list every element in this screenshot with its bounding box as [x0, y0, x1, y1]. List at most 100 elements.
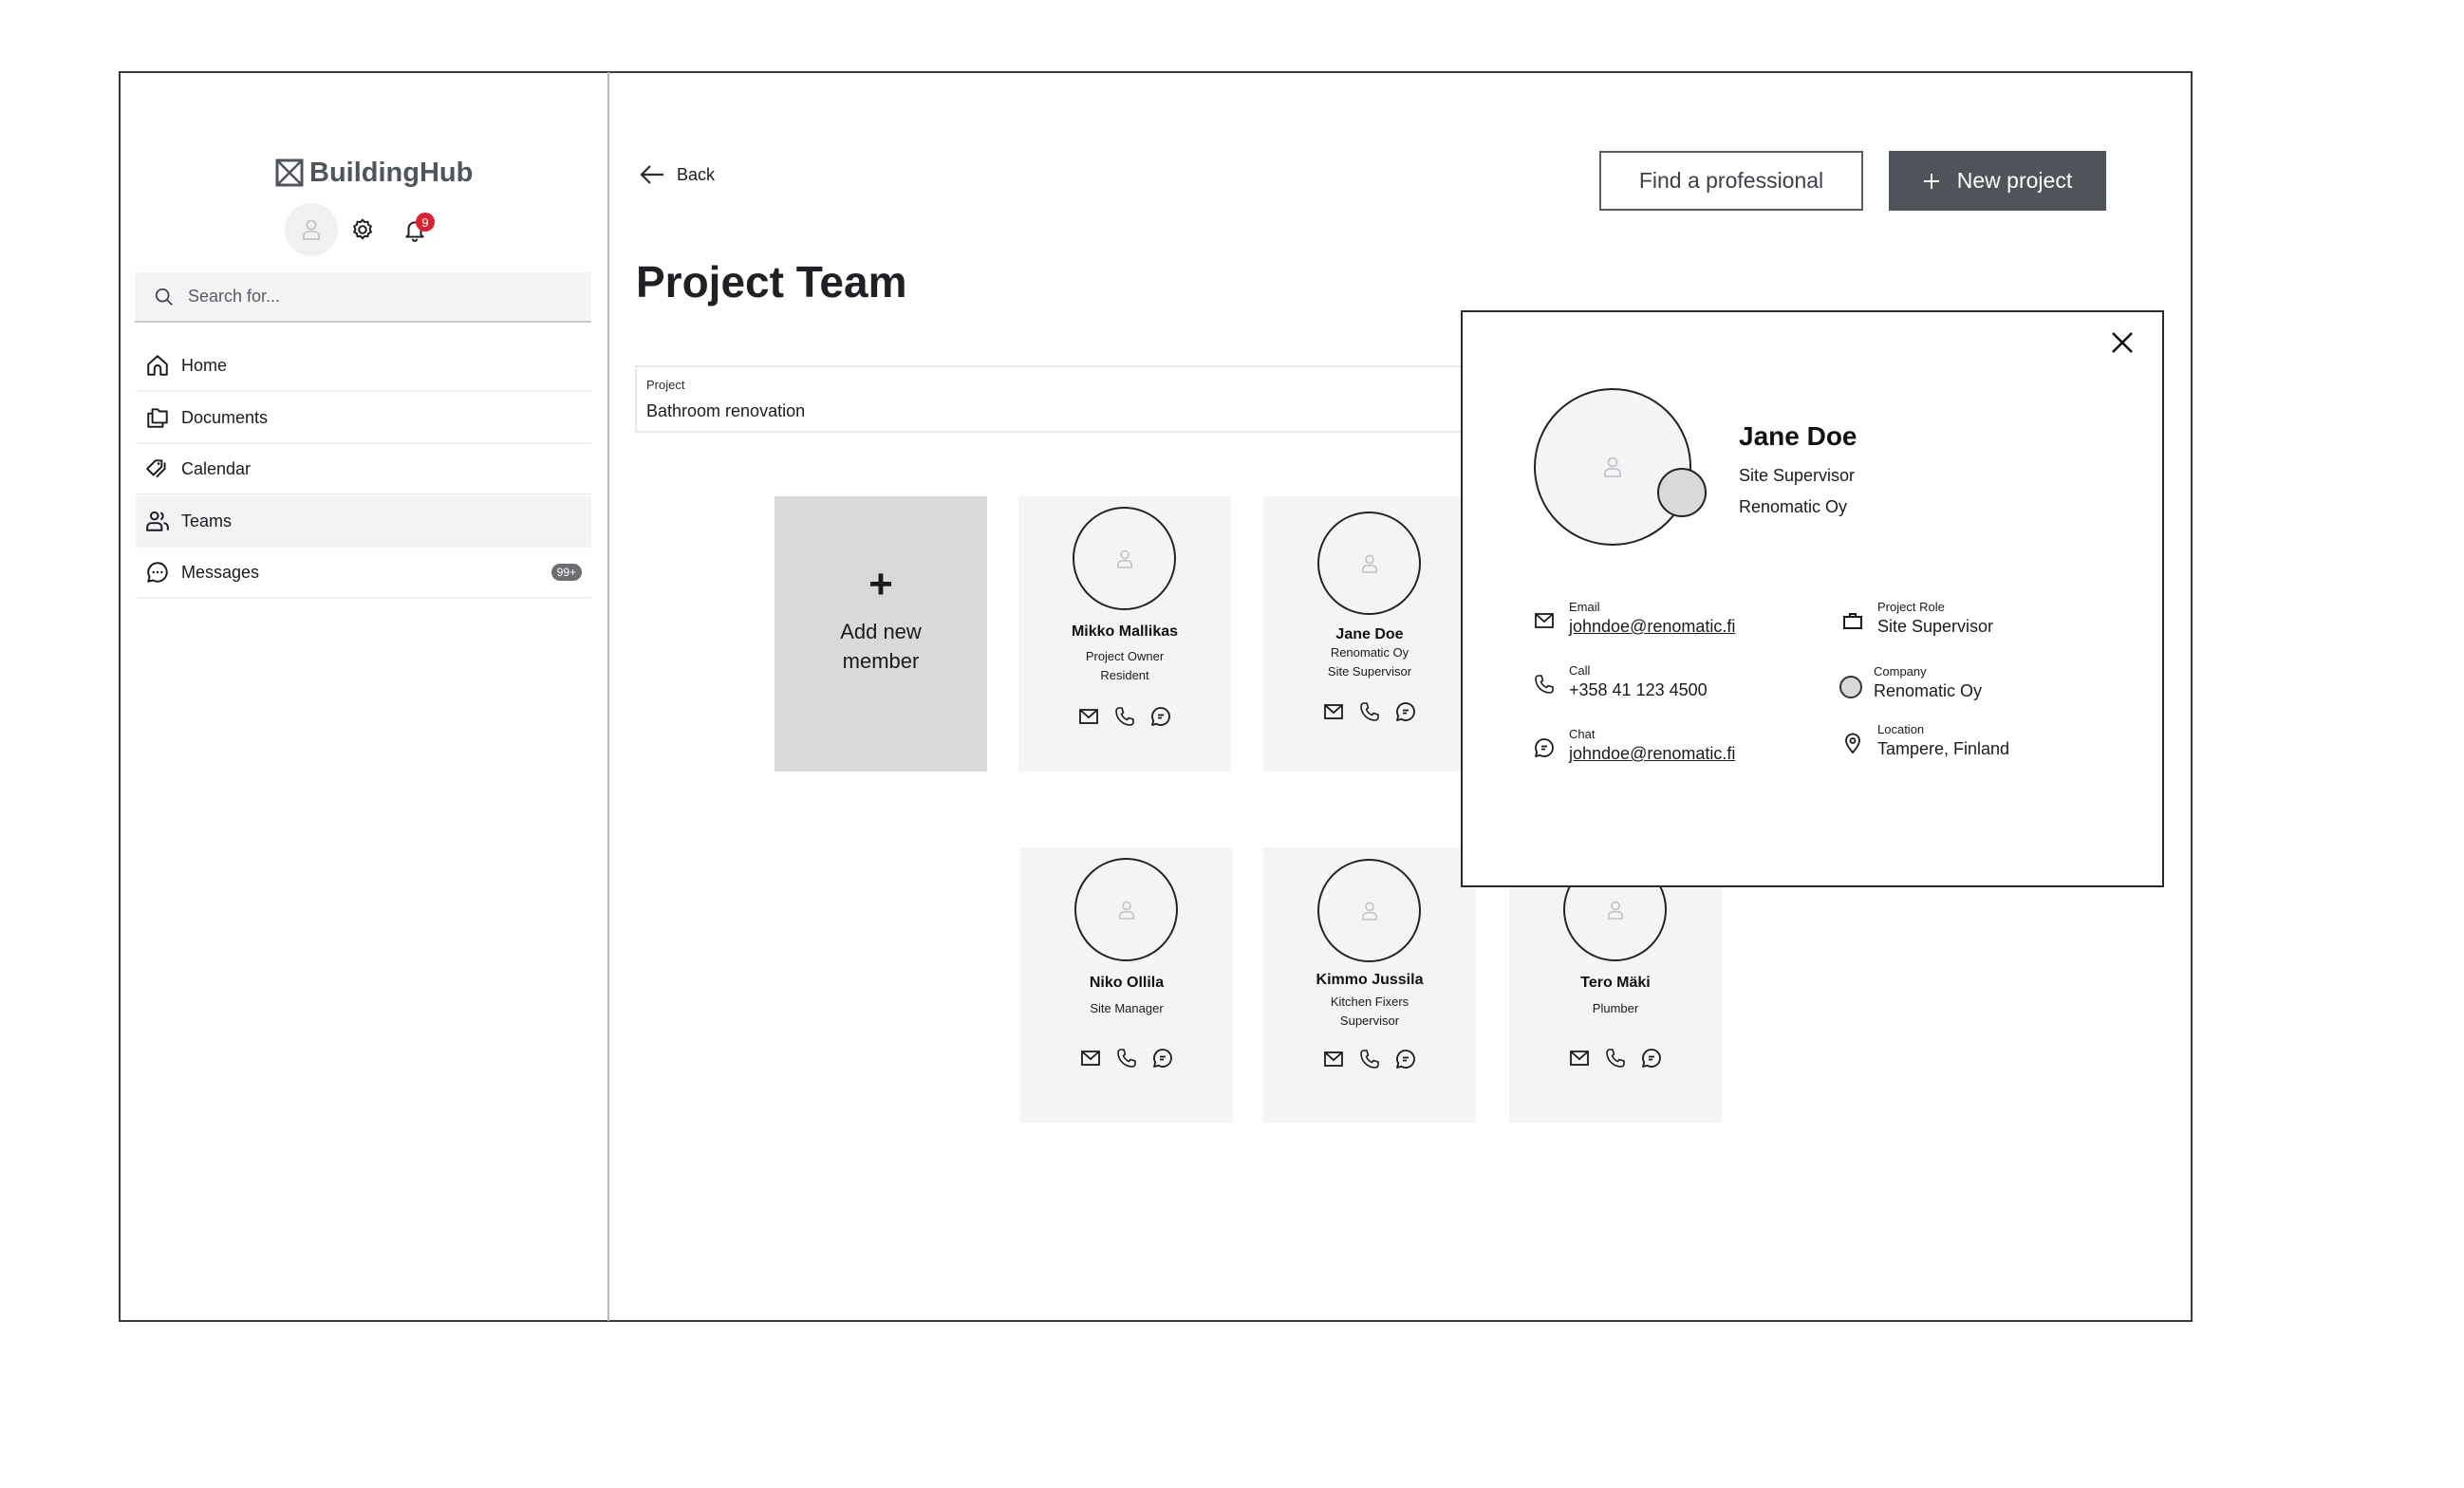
email-icon[interactable]: [1077, 705, 1100, 728]
company-detail: Company Renomatic Oy: [1839, 664, 1982, 701]
location-label: Location: [1877, 722, 1925, 736]
member-company: Kitchen Fixers: [1330, 995, 1409, 1009]
member-name: Kimmo Jussila: [1316, 972, 1424, 988]
new-project-label: New project: [1956, 168, 2073, 193]
sidebar-item-label: Home: [181, 355, 228, 375]
member-card[interactable]: Mikko Mallikas Project Owner Resident: [1018, 496, 1231, 772]
chat-icon[interactable]: [1151, 1047, 1174, 1070]
email-icon[interactable]: [1079, 1047, 1102, 1070]
sidebar-item-messages[interactable]: Messages 99+: [136, 548, 591, 599]
briefcase-icon: [1841, 609, 1866, 634]
email-label: Email: [1569, 600, 1600, 614]
user-icon: [1116, 549, 1132, 568]
brand-logo[interactable]: BuildingHub: [275, 154, 473, 192]
member-card[interactable]: Kimmo Jussila Kitchen Fixers Supervisor: [1263, 847, 1476, 1123]
phone-icon[interactable]: [1115, 1047, 1138, 1070]
company-label: Company: [1874, 664, 1927, 679]
member-name: Niko Ollila: [1089, 975, 1165, 991]
settings-button[interactable]: [349, 216, 376, 243]
teams-icon: [146, 511, 169, 531]
member-actions: [1509, 1047, 1722, 1070]
sidebar-item-home[interactable]: Home: [136, 341, 591, 392]
documents-icon: [147, 408, 168, 428]
email-icon[interactable]: [1322, 700, 1345, 723]
calendar-icon: [146, 459, 166, 478]
member-avatar: [1073, 507, 1176, 610]
profile-avatar: [1534, 388, 1691, 546]
company-logo-icon: [1839, 676, 1862, 698]
call-detail: Call +358 41 123 4500: [1533, 663, 1708, 700]
gear-icon: [353, 218, 372, 240]
messages-icon: [147, 562, 168, 583]
chat-link[interactable]: johndoe@renomatic.fi: [1569, 744, 1735, 764]
location-detail: Location Tampere, Finland: [1841, 722, 2009, 759]
member-company: Renomatic Oy: [1330, 645, 1409, 660]
member-profile-popup: Jane Doe Site Supervisor Renomatic Oy Em…: [1461, 310, 2164, 887]
search-input[interactable]: [186, 286, 569, 307]
phone-icon[interactable]: [1113, 705, 1136, 728]
logo-icon: [275, 158, 304, 187]
user-icon: [1361, 554, 1377, 573]
phone-icon[interactable]: [1358, 1048, 1381, 1070]
phone-number[interactable]: +358 41 123 4500: [1569, 680, 1708, 700]
sidebar-item-label: Messages: [181, 562, 260, 582]
close-button[interactable]: [2109, 329, 2136, 356]
project-select-label: Project: [646, 378, 685, 392]
member-actions: [1018, 705, 1231, 728]
email-icon[interactable]: [1322, 1048, 1345, 1070]
member-card[interactable]: Tero Mäki Plumber: [1509, 847, 1722, 1123]
home-icon: [147, 355, 168, 376]
plus-icon: +: [868, 561, 893, 607]
call-label: Call: [1569, 663, 1591, 678]
email-icon[interactable]: [1568, 1047, 1591, 1070]
member-actions: [1263, 1048, 1476, 1070]
sidebar-divider: [607, 72, 609, 1321]
sidebar-search[interactable]: [135, 272, 591, 323]
new-project-button[interactable]: New project: [1889, 151, 2106, 211]
member-avatar: [1317, 859, 1421, 962]
project-select[interactable]: Project Bathroom renovation: [635, 365, 1489, 433]
phone-icon: [1533, 673, 1558, 698]
phone-icon[interactable]: [1604, 1047, 1627, 1070]
user-icon: [1118, 901, 1134, 920]
project-select-value: Bathroom renovation: [646, 401, 806, 420]
chat-icon[interactable]: [1149, 705, 1172, 728]
member-role: Site Supervisor: [1327, 664, 1412, 679]
back-button[interactable]: Back: [639, 163, 715, 186]
sidebar-item-documents[interactable]: Documents: [136, 393, 591, 444]
member-name: Jane Doe: [1335, 626, 1404, 642]
member-role-secondary: Resident: [1100, 668, 1149, 682]
member-role: Plumber: [1592, 1001, 1639, 1015]
chat-label: Chat: [1569, 727, 1596, 741]
member-name: Tero Mäki: [1580, 975, 1651, 991]
email-link[interactable]: johndoe@renomatic.fi: [1569, 617, 1735, 637]
location-value: Tampere, Finland: [1877, 739, 2010, 758]
user-avatar[interactable]: [285, 203, 338, 256]
member-avatar: [1317, 512, 1421, 615]
phone-icon[interactable]: [1358, 700, 1381, 723]
find-professional-button[interactable]: Find a professional: [1599, 151, 1863, 211]
search-icon: [155, 288, 173, 306]
sidebar-item-label: Documents: [181, 407, 269, 427]
add-member-card[interactable]: + Add new member: [775, 496, 987, 772]
chat-icon: [1533, 736, 1558, 761]
member-card[interactable]: Niko Ollila Site Manager: [1020, 847, 1233, 1123]
plus-icon: [1923, 173, 1939, 189]
chat-icon[interactable]: [1394, 1048, 1417, 1070]
member-role: Supervisor: [1339, 1014, 1400, 1028]
chat-icon[interactable]: [1640, 1047, 1663, 1070]
member-card[interactable]: Jane Doe Renomatic Oy Site Supervisor: [1263, 496, 1476, 772]
member-role: Project Owner: [1085, 649, 1165, 663]
sidebar-item-label: Calendar: [181, 458, 252, 478]
member-avatar: [1074, 858, 1178, 961]
member-actions: [1263, 700, 1476, 723]
page-title: Project Team: [636, 257, 907, 307]
user-icon: [303, 219, 320, 240]
chat-detail: Chat johndoe@renomatic.fi: [1533, 727, 1735, 764]
user-icon: [1361, 902, 1377, 921]
member-role: Site Manager: [1090, 1001, 1164, 1015]
sidebar-item-teams[interactable]: Teams: [136, 496, 591, 548]
sidebar-item-calendar[interactable]: Calendar: [136, 444, 591, 495]
chat-icon[interactable]: [1394, 700, 1417, 723]
company-logo-badge: [1657, 468, 1707, 517]
